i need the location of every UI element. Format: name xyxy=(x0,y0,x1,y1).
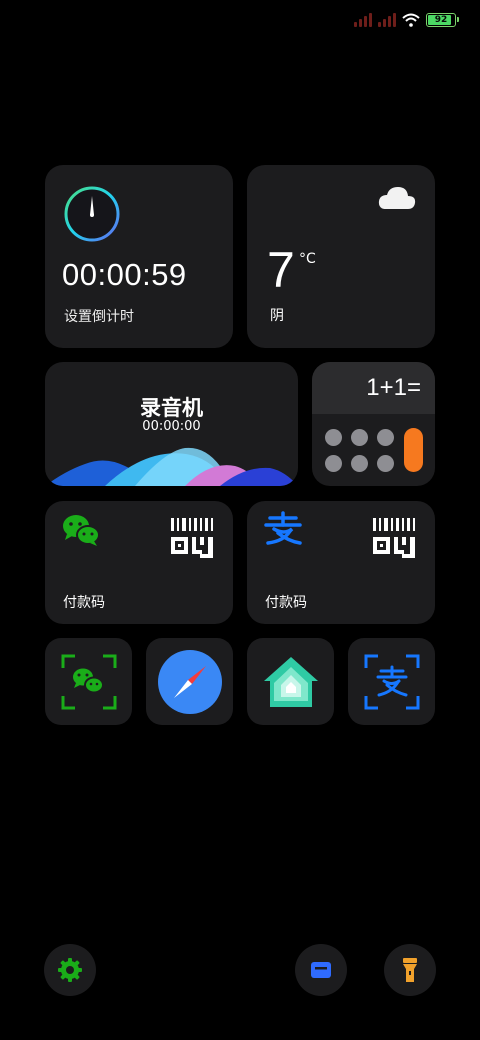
calculator-key xyxy=(377,429,394,446)
barcode-qr-icon xyxy=(171,518,213,558)
timer-widget[interactable]: 00:00:59 设置倒计时 xyxy=(45,165,233,348)
alipay-label: 付款码 xyxy=(265,595,307,611)
wechat-pay-widget[interactable]: 付款码 xyxy=(45,501,233,624)
sound-wave-icon xyxy=(45,447,298,486)
recorder-widget[interactable]: 录音机 00:00:00 xyxy=(45,362,298,486)
calculator-key xyxy=(325,429,342,446)
wifi-icon xyxy=(402,13,420,27)
recorder-title: 录音机 xyxy=(140,396,203,420)
signal-icon xyxy=(354,13,372,27)
gear-icon xyxy=(58,958,82,982)
card-wallet-button[interactable] xyxy=(295,944,347,996)
calculator-expression: 1+1= xyxy=(366,374,421,401)
recorder-time: 00:00:00 xyxy=(142,419,201,434)
home-icon xyxy=(263,656,318,707)
wechat-scan-icon xyxy=(61,654,116,709)
smart-home-shortcut[interactable] xyxy=(247,638,334,725)
compass-icon xyxy=(157,649,222,714)
signal-icon-2 xyxy=(378,13,396,27)
weather-condition: 阴 xyxy=(270,308,284,324)
calculator-key xyxy=(351,429,368,446)
temperature-value: 7 xyxy=(267,242,295,298)
cloud-icon xyxy=(378,187,416,209)
wechat-pay-label: 付款码 xyxy=(63,595,105,611)
flashlight-icon xyxy=(403,958,417,982)
wechat-scan-shortcut[interactable] xyxy=(45,638,132,725)
calculator-widget[interactable]: 1+1= xyxy=(312,362,435,486)
battery-level: 92 xyxy=(434,15,448,25)
wechat-icon xyxy=(63,515,100,546)
alipay-scan-shortcut[interactable] xyxy=(348,638,435,725)
calculator-key xyxy=(377,455,394,472)
compass-shortcut[interactable] xyxy=(146,638,233,725)
weather-widget[interactable]: 7 °C 阴 xyxy=(247,165,435,348)
alipay-scan-icon xyxy=(364,654,419,709)
alipay-icon xyxy=(264,511,302,545)
settings-button[interactable] xyxy=(44,944,96,996)
calculator-equals-key xyxy=(404,428,423,472)
temperature-unit: °C xyxy=(299,251,316,267)
flashlight-button[interactable] xyxy=(384,944,436,996)
timer-dial-icon xyxy=(64,186,120,242)
battery-indicator: 92 xyxy=(426,13,459,27)
timer-label: 设置倒计时 xyxy=(64,309,134,325)
alipay-widget[interactable]: 付款码 xyxy=(247,501,435,624)
status-bar: 92 xyxy=(354,10,459,30)
calculator-key xyxy=(351,455,368,472)
card-icon xyxy=(311,962,331,978)
calculator-key xyxy=(325,455,342,472)
barcode-qr-icon xyxy=(373,518,415,558)
timer-time: 00:00:59 xyxy=(62,257,187,292)
calculator-display: 1+1= xyxy=(312,362,435,414)
